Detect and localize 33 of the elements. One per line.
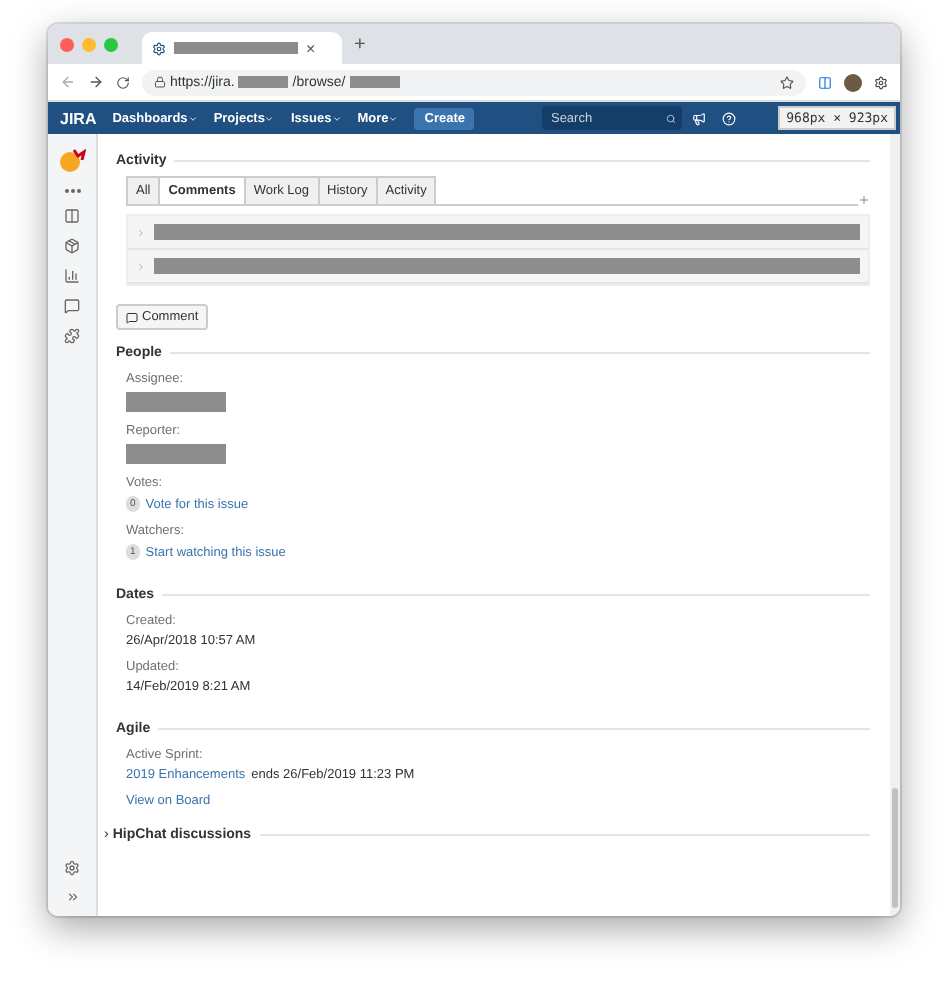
browser-tab[interactable]: × <box>142 32 342 64</box>
bookmark-star-icon[interactable] <box>780 75 794 89</box>
extension-icon[interactable] <box>818 75 832 89</box>
tab-close-button[interactable]: × <box>306 39 316 57</box>
add-ons-icon[interactable] <box>64 328 80 344</box>
settings-icon[interactable] <box>64 860 80 876</box>
more-icon[interactable] <box>63 188 81 194</box>
jira-logo[interactable]: JIRA <box>60 109 97 127</box>
forward-icon[interactable] <box>88 74 104 90</box>
redacted-bar <box>126 392 226 412</box>
redacted-bar <box>238 76 289 88</box>
board-icon[interactable] <box>64 208 80 224</box>
redacted-bar <box>349 76 400 88</box>
speech-bubble-icon <box>126 311 138 323</box>
redacted-bar <box>126 444 226 464</box>
project-avatar-icon[interactable] <box>58 146 86 174</box>
megaphone-icon[interactable] <box>692 111 707 125</box>
settings-icon[interactable] <box>874 75 888 89</box>
caret-icon <box>264 113 275 123</box>
new-tab-button[interactable]: + <box>354 33 366 55</box>
issues-icon[interactable] <box>64 298 80 314</box>
caret-icon <box>187 113 198 123</box>
lock-icon <box>154 76 166 88</box>
help-icon[interactable] <box>722 111 737 125</box>
profile-avatar[interactable] <box>844 73 862 91</box>
reload-icon[interactable] <box>116 75 130 89</box>
caret-icon <box>388 113 399 123</box>
tab-favicon-icon <box>152 41 166 55</box>
expand-sidebar-icon[interactable] <box>65 890 79 904</box>
releases-icon[interactable] <box>64 238 80 254</box>
redacted-bar <box>174 42 298 54</box>
reports-icon[interactable] <box>64 268 80 284</box>
caret-icon <box>331 113 342 123</box>
